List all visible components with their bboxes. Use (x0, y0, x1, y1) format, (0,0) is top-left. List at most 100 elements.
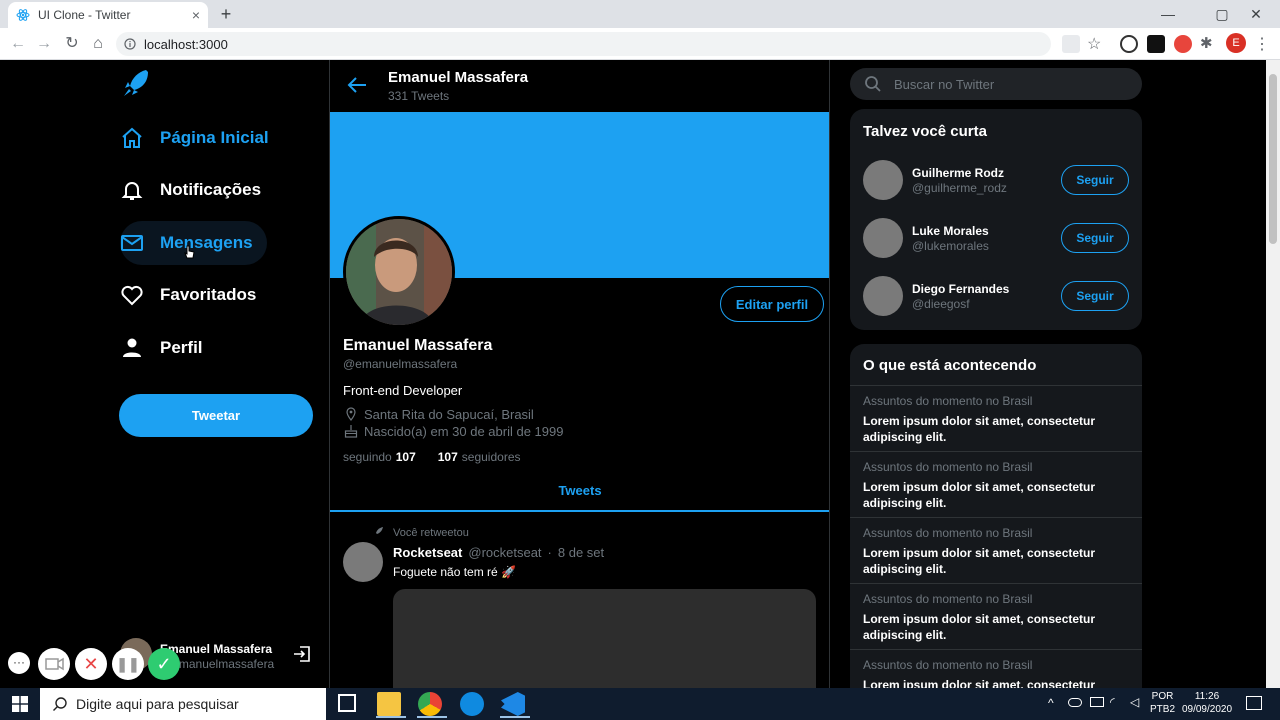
active-app-indicator (500, 716, 530, 718)
chrome-icon[interactable] (418, 692, 442, 716)
trend-context: Assuntos do momento no Brasil (863, 460, 1033, 474)
trends-title: O que está acontecendo (863, 357, 1037, 374)
menu-kebab-icon[interactable]: ⋮ (1254, 34, 1270, 54)
suggestions-panel: Talvez você curta Guilherme Rodz @guilhe… (850, 109, 1142, 330)
following-count[interactable]: 107 (396, 450, 416, 464)
trend-text: Lorem ipsum dolor sit amet, consectetur … (863, 480, 1096, 510)
pause-recording-icon[interactable]: ❚❚ (112, 648, 144, 680)
sidebar-item-profile[interactable]: Perfil (120, 326, 217, 370)
wifi-icon[interactable]: ◜ (1110, 695, 1115, 709)
address-bar[interactable]: localhost:3000 (116, 32, 1051, 56)
tray-chevron-icon[interactable]: ^ (1048, 696, 1054, 710)
sidebar-item-favorites[interactable]: Favoritados (120, 273, 270, 317)
tab-tweets[interactable]: Tweets (330, 474, 829, 512)
trend-item[interactable]: Assuntos do momento no Brasil Lorem ipsu… (850, 583, 1142, 649)
trend-item[interactable]: Assuntos do momento no Brasil Lorem ipsu… (850, 517, 1142, 583)
clock[interactable]: 11:26 09/09/2020 (1178, 690, 1236, 716)
suggestion-handle: @dieegosf (912, 297, 970, 311)
search-input[interactable]: Buscar no Twitter (894, 77, 994, 92)
onedrive-icon[interactable] (1068, 698, 1082, 707)
logo-rocket-icon[interactable] (122, 68, 150, 98)
avatar (343, 542, 383, 582)
forward-icon[interactable]: → (34, 34, 54, 54)
sidebar-item-home[interactable]: Página Inicial (120, 116, 283, 160)
battery-icon[interactable] (1090, 697, 1104, 707)
react-favicon-icon (16, 9, 30, 21)
profile-avatar-large (343, 216, 455, 328)
tweet-media[interactable] (393, 589, 816, 688)
suggestion-handle: @lukemorales (912, 239, 989, 253)
trend-item[interactable]: Assuntos do momento no Brasil Lorem ipsu… (850, 649, 1142, 688)
camera-toggle-icon[interactable] (38, 648, 70, 680)
follow-button[interactable]: Seguir (1061, 281, 1129, 311)
windows-start-icon[interactable] (12, 696, 28, 712)
sidebar-item-label: Perfil (160, 338, 203, 357)
browser-tab[interactable]: UI Clone - Twitter × (8, 2, 208, 28)
trend-item[interactable]: Assuntos do momento no Brasil Lorem ipsu… (850, 451, 1142, 517)
avatar (863, 276, 903, 316)
tweet-count: 331 Tweets (388, 89, 450, 103)
lang-top: POR (1151, 691, 1174, 702)
taskbar-search[interactable]: Digite aqui para pesquisar (40, 688, 326, 720)
search-bar[interactable]: Buscar no Twitter (850, 68, 1142, 100)
task-view-icon[interactable] (338, 694, 356, 712)
clock-time: 11:26 (1194, 691, 1220, 702)
avatar (863, 218, 903, 258)
tweet-author[interactable]: Rocketseat (393, 545, 462, 560)
tweet-date: 8 de set (557, 545, 605, 560)
profile-handle: @emanuelmassafera (343, 357, 458, 371)
sidebar-item-notifications[interactable]: Notificações (120, 168, 275, 212)
language-indicator[interactable]: POR PTB2 (1150, 690, 1175, 716)
profile-location: Santa Rita do Sapucaí, Brasil (364, 407, 534, 422)
tweet-handle: @rocketseat (468, 545, 542, 560)
profile-main-column: Emanuel Massafera 331 Tweets Editar perf… (329, 60, 830, 688)
extensions-puzzle-icon[interactable]: ✱ (1200, 34, 1213, 52)
info-icon (124, 38, 136, 50)
translate-icon[interactable] (1062, 35, 1080, 53)
edit-profile-button[interactable]: Editar perfil (720, 286, 824, 322)
window-close-icon[interactable]: ✕ (1246, 4, 1266, 24)
bell-icon (121, 182, 143, 200)
tweet-button[interactable]: Tweetar (119, 394, 313, 437)
logout-icon[interactable] (292, 644, 312, 664)
reload-icon[interactable]: ↻ (62, 34, 82, 54)
avatar (863, 160, 903, 200)
bookmark-star-icon[interactable]: ☆ (1087, 34, 1101, 54)
minimize-icon[interactable]: — (1158, 4, 1178, 24)
taskbar-search-placeholder: Digite aqui para pesquisar (76, 696, 239, 712)
trend-item[interactable]: Assuntos do momento no Brasil Lorem ipsu… (850, 385, 1142, 451)
suggestion-handle: @guilherme_rodz (912, 181, 1007, 195)
file-explorer-icon[interactable] (377, 692, 401, 716)
search-icon (53, 697, 67, 711)
tab-close-icon[interactable]: × (192, 7, 200, 23)
follow-button[interactable]: Seguir (1061, 165, 1129, 195)
tweet-text: Foguete não tem ré 🚀 (393, 565, 517, 579)
retweet-rocket-icon (374, 526, 384, 536)
color-extension-icon[interactable] (1174, 35, 1192, 53)
suggestions-title: Talvez você curta (863, 123, 987, 140)
cancel-recording-icon[interactable]: ✕ (75, 648, 107, 680)
maximize-icon[interactable]: ▢ (1212, 4, 1232, 24)
back-arrow-icon[interactable] (346, 74, 368, 96)
finish-recording-icon[interactable]: ✓ (148, 648, 180, 680)
y-extension-icon[interactable] (1147, 35, 1165, 53)
profile-avatar[interactable]: E (1226, 33, 1246, 53)
trend-text: Lorem ipsum dolor sit amet, consectetur … (863, 612, 1096, 642)
trend-context: Assuntos do momento no Brasil (863, 592, 1033, 606)
back-icon[interactable]: ← (8, 34, 28, 54)
edge-icon[interactable] (460, 692, 484, 716)
sidebar-item-label: Mensagens (160, 233, 253, 252)
more-options-icon[interactable]: ··· (8, 652, 30, 674)
home-browser-icon[interactable]: ⌂ (88, 34, 108, 54)
scrollbar-thumb[interactable] (1269, 74, 1277, 244)
volume-icon[interactable]: ◁ (1130, 695, 1139, 709)
tweet-dot: · (547, 545, 552, 560)
follow-stats: seguindo 107 107 seguidores (343, 450, 521, 464)
trend-text: Lorem ipsum dolor sit amet, consectetur … (863, 546, 1096, 576)
url-text: localhost:3000 (144, 36, 228, 52)
new-tab-button[interactable]: + (216, 4, 236, 24)
notification-center-icon[interactable] (1246, 696, 1262, 710)
follow-button[interactable]: Seguir (1061, 223, 1129, 253)
block-extension-icon[interactable] (1120, 35, 1138, 53)
followers-count[interactable]: 107 (438, 450, 458, 464)
